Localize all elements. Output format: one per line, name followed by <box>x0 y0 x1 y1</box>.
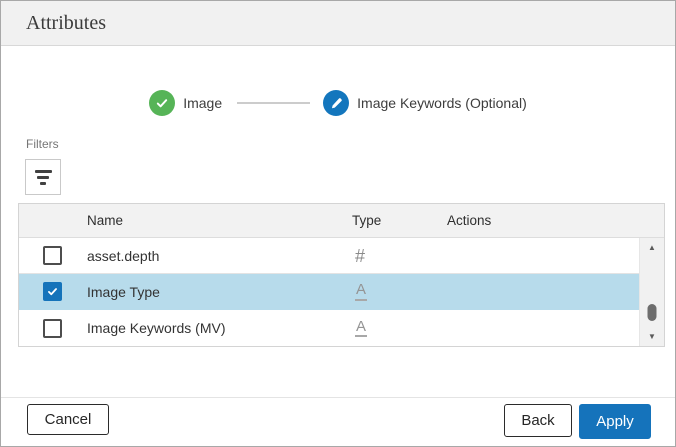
pencil-icon <box>323 90 350 116</box>
filter-button[interactable] <box>25 159 61 195</box>
table-row-image-keywords-mv[interactable]: Image Keywords (MV) A <box>19 310 639 346</box>
back-button[interactable]: Back <box>504 404 572 437</box>
attributes-dialog: Attributes Image Image Keywords (Optiona… <box>0 0 676 447</box>
stepper-connector <box>237 102 311 104</box>
column-header-type: Type <box>352 213 382 228</box>
table-scrollbar[interactable]: ▲ ▼ <box>639 238 664 346</box>
check-icon <box>149 90 176 116</box>
row-name: asset.depth <box>87 247 160 264</box>
filter-icon <box>34 169 52 173</box>
table-header: Name Type Actions <box>19 204 664 238</box>
text-type-icon: A <box>355 318 368 338</box>
number-type-icon: # <box>355 245 366 266</box>
table-body: asset.depth # Image Type A Image Keyword… <box>19 238 639 346</box>
step-label: Image <box>183 95 223 111</box>
filters-label: Filters <box>26 137 59 151</box>
step-image[interactable]: Image <box>149 90 222 116</box>
table-row-image-type[interactable]: Image Type A <box>19 274 639 310</box>
cancel-button[interactable]: Cancel <box>27 404 109 435</box>
column-header-actions: Actions <box>447 213 492 228</box>
scroll-down-icon[interactable]: ▼ <box>640 329 664 344</box>
footer-divider <box>1 397 675 398</box>
row-checkbox[interactable] <box>43 246 62 265</box>
apply-button[interactable]: Apply <box>579 404 651 439</box>
text-type-icon: A <box>355 282 368 301</box>
row-checkbox[interactable] <box>43 318 62 338</box>
scroll-up-icon[interactable]: ▲ <box>640 240 664 255</box>
scrollbar-thumb[interactable] <box>647 304 657 321</box>
step-image-keywords[interactable]: Image Keywords (Optional) <box>323 90 527 116</box>
dialog-title: Attributes <box>26 11 106 34</box>
wizard-stepper: Image Image Keywords (Optional) <box>1 89 675 117</box>
table-row-asset-depth[interactable]: asset.depth # <box>19 238 639 274</box>
dialog-header: Attributes <box>1 1 675 46</box>
row-name: Image Type <box>87 283 160 300</box>
column-header-name: Name <box>87 213 124 228</box>
attributes-table: Name Type Actions asset.depth # Image Ty… <box>18 203 665 347</box>
row-name: Image Keywords (MV) <box>87 320 226 336</box>
step-label: Image Keywords (Optional) <box>357 95 527 111</box>
row-checkbox-checked[interactable] <box>43 282 62 301</box>
